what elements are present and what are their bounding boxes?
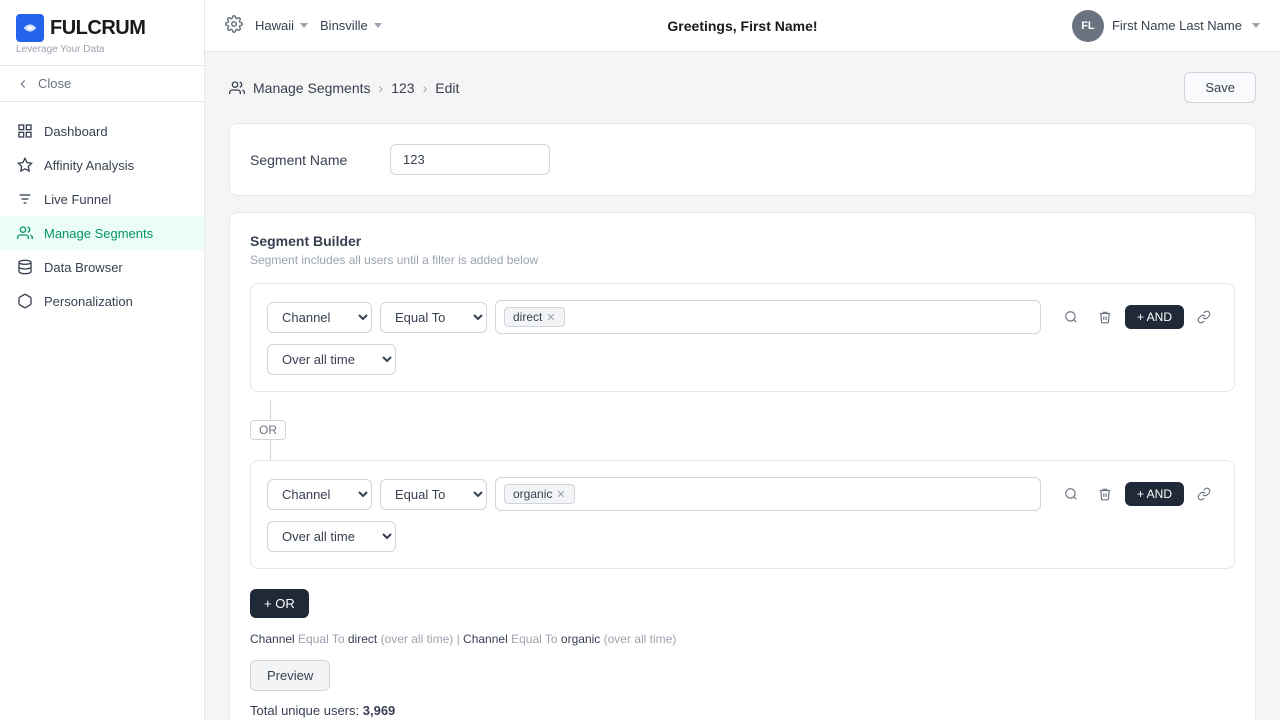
- sidebar-nav: Dashboard Affinity Analysis Live Funnel …: [0, 102, 204, 720]
- filter-2-delete-icon[interactable]: [1091, 480, 1119, 508]
- sidebar-item-personalization[interactable]: Personalization: [0, 284, 204, 318]
- segment-name-label: Segment Name: [250, 152, 370, 168]
- filter-2-time-select[interactable]: Over all time: [267, 521, 396, 552]
- filter-1-field-select[interactable]: Channel: [267, 302, 372, 333]
- segment-name-card: Segment Name: [229, 123, 1256, 196]
- filter-1-search-icon[interactable]: [1057, 303, 1085, 331]
- breadcrumb-bar: Manage Segments › 123 › Edit Save: [229, 72, 1256, 103]
- filter-1-operator-select[interactable]: Equal To: [380, 302, 487, 333]
- breadcrumb-root[interactable]: Manage Segments: [253, 80, 371, 96]
- logo-name: FULCRUM: [50, 17, 145, 40]
- sidebar-item-funnel[interactable]: Live Funnel: [0, 182, 204, 216]
- filter-1-delete-icon[interactable]: [1091, 303, 1119, 331]
- topbar-left: Hawaii Binsville: [225, 15, 559, 36]
- sidebar-item-affinity[interactable]: Affinity Analysis: [0, 148, 204, 182]
- save-button[interactable]: Save: [1184, 72, 1256, 103]
- or-line-top: [270, 400, 271, 420]
- chevron-down-icon: [374, 23, 382, 28]
- topbar: Hawaii Binsville Greetings, First Name! …: [205, 0, 1280, 52]
- greeting-text: Greetings, First Name!: [575, 18, 909, 34]
- breadcrumb-segment-id[interactable]: 123: [391, 80, 414, 96]
- filter-1-tag-remove[interactable]: ✕: [546, 311, 555, 324]
- star-icon: [16, 156, 34, 174]
- filter-block-1: Channel Equal To direct ✕: [250, 283, 1235, 392]
- total-users-text: Total unique users: 3,969: [250, 703, 1235, 718]
- breadcrumb-sep-1: ›: [379, 80, 384, 96]
- breadcrumb-sep-2: ›: [423, 80, 428, 96]
- filter-2-value-area: organic ✕: [495, 477, 1041, 511]
- database-icon: [16, 258, 34, 276]
- settings-icon[interactable]: [225, 15, 243, 36]
- sidebar-item-label: Live Funnel: [44, 192, 111, 207]
- main-content: Hawaii Binsville Greetings, First Name! …: [205, 0, 1280, 720]
- builder-title: Segment Builder: [250, 233, 1235, 249]
- chevron-down-icon[interactable]: [1252, 23, 1260, 28]
- sidebar-item-label: Dashboard: [44, 124, 108, 139]
- chevron-down-icon: [300, 23, 308, 28]
- logo-icon: [16, 14, 44, 42]
- segment-builder-card: Segment Builder Segment includes all use…: [229, 212, 1256, 720]
- logo-tagline: Leverage Your Data: [16, 44, 188, 55]
- filter-1-tag-label: direct: [513, 310, 542, 324]
- filter-1-value-area: direct ✕: [495, 300, 1041, 334]
- binsville-dropdown[interactable]: Binsville: [320, 18, 382, 33]
- sidebar-item-label: Affinity Analysis: [44, 158, 134, 173]
- chevron-left-icon: [16, 77, 30, 91]
- filter-2-tag-organic: organic ✕: [504, 484, 575, 504]
- filter-1-and-button[interactable]: + AND: [1125, 305, 1184, 329]
- manage-segments-icon: [229, 80, 245, 96]
- builder-subtitle: Segment includes all users until a filte…: [250, 253, 1235, 267]
- filter-1-tag-direct: direct ✕: [504, 307, 565, 327]
- sidebar-item-label: Manage Segments: [44, 226, 153, 241]
- filter-1-link-icon[interactable]: [1190, 303, 1218, 331]
- filter-2-tag-remove[interactable]: ✕: [556, 488, 565, 501]
- grid-icon: [16, 122, 34, 140]
- hawaii-dropdown[interactable]: Hawaii: [255, 18, 308, 33]
- funnel-icon: [16, 190, 34, 208]
- sidebar-item-segments[interactable]: Manage Segments: [0, 216, 204, 250]
- close-label: Close: [38, 76, 71, 91]
- users-icon: [16, 224, 34, 242]
- sidebar-item-browser[interactable]: Data Browser: [0, 250, 204, 284]
- filter-2-field-select[interactable]: Channel: [267, 479, 372, 510]
- box-icon: [16, 292, 34, 310]
- sidebar-item-dashboard[interactable]: Dashboard: [0, 114, 204, 148]
- total-label: Total unique users:: [250, 703, 359, 718]
- content-area: Manage Segments › 123 › Edit Save Segmen…: [205, 52, 1280, 720]
- or-badge: OR: [250, 420, 286, 440]
- filter-2-and-button[interactable]: + AND: [1125, 482, 1184, 506]
- topbar-right: FL First Name Last Name: [926, 10, 1260, 42]
- filter-2-operator-select[interactable]: Equal To: [380, 479, 487, 510]
- sidebar-item-label: Personalization: [44, 294, 133, 309]
- user-name: First Name Last Name: [1112, 18, 1242, 33]
- breadcrumb: Manage Segments › 123 › Edit: [229, 80, 459, 96]
- summary-text: Channel Equal To direct (over all time) …: [250, 632, 1235, 646]
- avatar: FL: [1072, 10, 1104, 42]
- close-nav-item[interactable]: Close: [0, 66, 204, 102]
- preview-button[interactable]: Preview: [250, 660, 330, 691]
- logo-area: FULCRUM Leverage Your Data: [0, 0, 204, 66]
- or-connector-area: OR: [250, 400, 1235, 460]
- filter-2-tag-label: organic: [513, 487, 552, 501]
- filter-2-search-icon[interactable]: [1057, 480, 1085, 508]
- filter-block-2: Channel Equal To organic ✕: [250, 460, 1235, 569]
- sidebar: FULCRUM Leverage Your Data Close Dashboa…: [0, 0, 205, 720]
- filter-2-link-icon[interactable]: [1190, 480, 1218, 508]
- total-value: 3,969: [363, 703, 396, 718]
- filter-1-time-select[interactable]: Over all time: [267, 344, 396, 375]
- filter-1-actions: + AND: [1057, 303, 1218, 331]
- or-line-bottom: [270, 440, 271, 460]
- filter-2-actions: + AND: [1057, 480, 1218, 508]
- add-or-button[interactable]: + OR: [250, 589, 309, 618]
- sidebar-item-label: Data Browser: [44, 260, 123, 275]
- breadcrumb-current: Edit: [435, 80, 459, 96]
- segment-name-input[interactable]: [390, 144, 550, 175]
